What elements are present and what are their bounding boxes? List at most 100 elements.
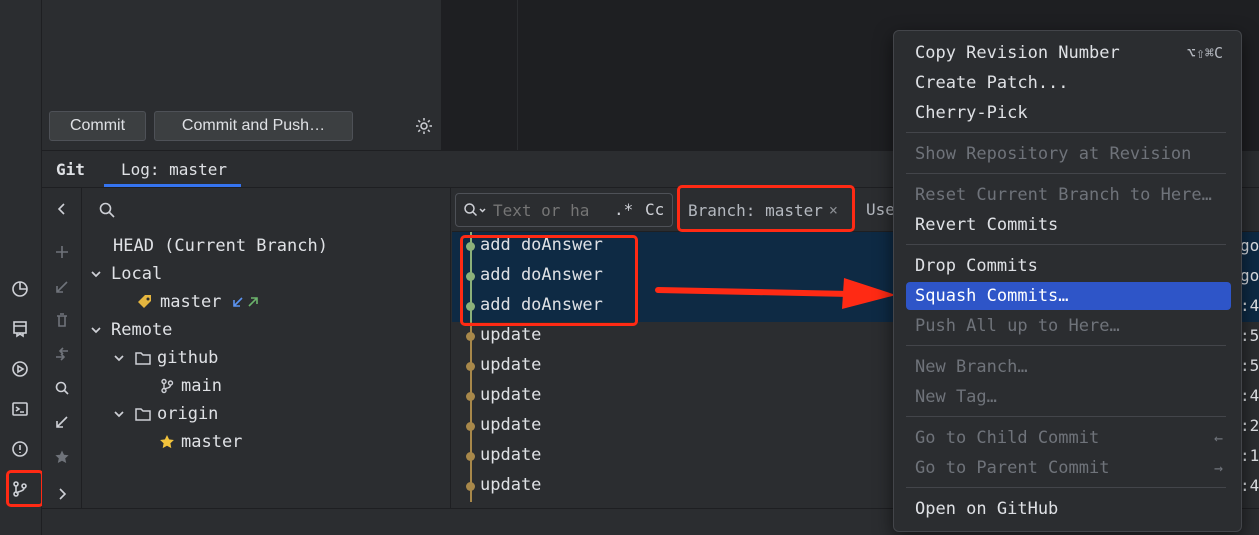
fetch-icon[interactable]: [51, 411, 73, 433]
tree-group-local[interactable]: Local: [89, 261, 162, 287]
commit-message: update: [480, 445, 542, 465]
menu-item-shortcut: ⌥⇧⌘C: [1186, 44, 1223, 62]
menu-item-label: Drop Commits: [915, 256, 1038, 276]
menu-item-reset-current-branch-to-here[interactable]: Reset Current Branch to Here…: [906, 181, 1231, 209]
commit-message: update: [480, 385, 542, 405]
commit-message: update: [480, 415, 542, 435]
commit-date-fragment: go: [1240, 236, 1259, 255]
menu-item-go-to-parent-commit[interactable]: Go to Parent Commit →: [906, 454, 1231, 482]
collapse-left-icon[interactable]: [51, 198, 73, 220]
commit-date-fragment: :4: [1240, 476, 1259, 495]
menu-item-drop-commits[interactable]: Drop Commits: [906, 252, 1231, 280]
commit-date-fragment: :5: [1240, 356, 1259, 375]
chevron-down-icon[interactable]: [112, 407, 126, 421]
compare-icon[interactable]: [51, 343, 73, 365]
menu-item-push-all-up-to-here[interactable]: Push All up to Here…: [906, 312, 1231, 340]
menu-item-label: Go to Parent Commit: [915, 458, 1110, 478]
commit-node: [466, 452, 475, 461]
log-search-input[interactable]: [493, 198, 605, 222]
menu-item-open-on-github[interactable]: Open on GitHub: [906, 495, 1231, 523]
folder-icon: [134, 405, 152, 423]
chevron-down-icon[interactable]: [112, 351, 126, 365]
origin-remote-label: origin: [157, 404, 219, 424]
regex-toggle[interactable]: .*: [614, 200, 633, 219]
commit-and-push-button[interactable]: Commit and Push…: [154, 111, 353, 141]
github-remote-label: github: [157, 348, 219, 368]
menu-item-label: Revert Commits: [915, 215, 1059, 235]
commit-date-fragment: go: [1240, 266, 1259, 285]
delete-icon[interactable]: [51, 309, 73, 331]
chevron-down-icon[interactable]: [89, 267, 103, 281]
menu-item-label: Reset Current Branch to Here…: [915, 185, 1212, 205]
commit-message: update: [480, 475, 542, 495]
tree-group-github[interactable]: github: [112, 345, 218, 371]
tree-group-origin[interactable]: origin: [112, 401, 218, 427]
tree-item-head[interactable]: HEAD (Current Branch): [113, 233, 328, 259]
menu-item-cherry-pick[interactable]: Cherry-Pick: [906, 99, 1231, 127]
menu-item-label: Go to Child Commit: [915, 428, 1100, 448]
tag-icon: [136, 293, 154, 311]
menu-item-create-patch[interactable]: Create Patch...: [906, 69, 1231, 97]
commit-button[interactable]: Commit: [49, 111, 146, 141]
commit-message: update: [480, 355, 542, 375]
commit-node: [466, 422, 475, 431]
origin-master-label: master: [181, 432, 243, 452]
tool-strip: [0, 0, 42, 535]
problems-icon[interactable]: [8, 437, 32, 461]
tool-window-title: Git: [56, 160, 85, 179]
terminal-icon[interactable]: [8, 397, 32, 421]
bookmark-icon[interactable]: [8, 317, 32, 341]
commit-node: [466, 362, 475, 371]
main-branch-label: main: [181, 376, 222, 396]
menu-separator: [906, 244, 1226, 245]
tree-group-remote[interactable]: Remote: [89, 317, 172, 343]
head-label: HEAD (Current Branch): [113, 236, 328, 256]
menu-item-new-tag[interactable]: New Tag…: [906, 383, 1231, 411]
menu-item-label: Show Repository at Revision: [915, 144, 1192, 164]
run-icon[interactable]: [8, 357, 32, 381]
match-case-toggle[interactable]: Cc: [645, 200, 664, 219]
tree-item-github-main[interactable]: main: [159, 373, 222, 399]
menu-item-label: New Branch…: [915, 357, 1028, 377]
chevron-down-icon[interactable]: [89, 323, 103, 337]
menu-item-squash-commits[interactable]: Squash Commits…: [906, 282, 1231, 310]
tab-log-master[interactable]: Log: master: [121, 160, 227, 179]
search-branches-icon[interactable]: [51, 377, 73, 399]
menu-separator: [906, 173, 1226, 174]
menu-item-label: Squash Commits…: [915, 286, 1069, 306]
tree-item-origin-master[interactable]: master: [159, 429, 242, 455]
annotation-arrow-icon: [655, 278, 896, 309]
menu-item-copy-revision-number[interactable]: Copy Revision Number ⌥⇧⌘C: [906, 39, 1231, 67]
git-icon-highlight: [6, 470, 44, 507]
update-icon[interactable]: [51, 276, 73, 298]
menu-item-show-repository-at-revision[interactable]: Show Repository at Revision: [906, 140, 1231, 168]
menu-item-label: Open on GitHub: [915, 499, 1059, 519]
selected-commits-highlight: [460, 235, 638, 326]
menu-item-label: Push All up to Here…: [915, 316, 1120, 336]
menu-item-new-branch[interactable]: New Branch…: [906, 353, 1231, 381]
commit-node: [466, 482, 475, 491]
branch-icon: [159, 378, 175, 394]
favorite-star-icon[interactable]: [51, 446, 73, 468]
add-icon[interactable]: [51, 241, 73, 263]
commit-date-fragment: :4: [1240, 296, 1259, 315]
menu-item-label: Copy Revision Number: [915, 43, 1120, 63]
commit-node: [466, 332, 475, 341]
settings-gear-icon[interactable]: [414, 116, 434, 136]
menu-item-revert-commits[interactable]: Revert Commits: [906, 211, 1231, 239]
incoming-arrow-icon: [231, 295, 245, 309]
commit-node: [466, 392, 475, 401]
tree-item-local-master[interactable]: master: [136, 289, 260, 315]
search-icon[interactable]: [98, 201, 116, 219]
user-filter[interactable]: Use: [866, 200, 895, 219]
log-search-box[interactable]: .* Cc: [455, 193, 673, 227]
profiler-icon[interactable]: [8, 277, 32, 301]
expand-right-icon[interactable]: [51, 483, 73, 505]
menu-item-label: Cherry-Pick: [915, 103, 1028, 123]
menu-item-go-to-child-commit[interactable]: Go to Child Commit ←: [906, 424, 1231, 452]
search-dropdown-icon[interactable]: [463, 202, 487, 222]
outgoing-arrow-icon: [246, 295, 260, 309]
remote-label: Remote: [111, 320, 173, 340]
star-icon: [159, 434, 175, 450]
menu-item-shortcut: →: [1213, 459, 1223, 477]
